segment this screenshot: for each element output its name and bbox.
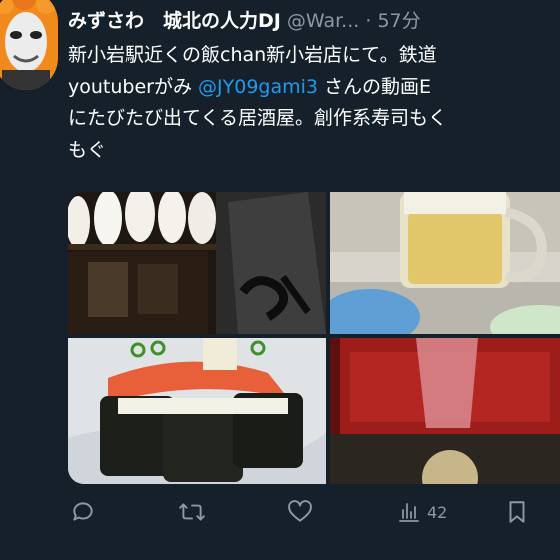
views-icon — [397, 500, 421, 524]
separator-dot: · — [365, 10, 372, 32]
user-handle[interactable]: @War... — [287, 10, 359, 32]
tweet-text-line: 新小岩駅近くの飯chan新小岩店にて。鉄道 — [68, 44, 437, 66]
retweet-icon — [178, 499, 206, 525]
avatar[interactable] — [0, 0, 58, 90]
tweet-header: みずさわ 城北の人力DJ @War... · 57分 — [68, 6, 560, 36]
heart-icon — [287, 499, 313, 525]
tweet-text-segment: youtuberがみ — [68, 75, 199, 98]
tweet-text-line: youtuberがみ @JY09gami3 さんの動画E — [68, 72, 560, 104]
tweet-text-line: もぐ — [68, 138, 107, 161]
retweet-button[interactable] — [178, 492, 206, 532]
views-count: 42 — [427, 502, 448, 522]
photo-izakaya-interior[interactable] — [68, 192, 326, 334]
photo-sake-masu[interactable] — [330, 338, 560, 484]
action-bar: 42 — [0, 492, 560, 532]
reply-button[interactable] — [70, 492, 96, 532]
photo-beer-mug[interactable] — [330, 192, 560, 334]
bookmark-button[interactable] — [506, 492, 528, 532]
like-button[interactable] — [287, 492, 313, 532]
photo-salmon-sushi[interactable] — [68, 338, 326, 484]
media-grid — [68, 192, 560, 484]
timestamp[interactable]: 57分 — [377, 10, 420, 32]
views-button[interactable]: 42 — [397, 492, 447, 532]
reply-icon — [70, 499, 96, 525]
display-name[interactable]: みずさわ 城北の人力DJ — [68, 10, 281, 32]
tweet-text-segment: さんの動画E — [317, 75, 432, 98]
tweet-text-line: にたびたび出てくる居酒屋。創作系寿司もく — [68, 107, 448, 129]
mention-link[interactable]: @JY09gami3 — [198, 76, 318, 98]
bookmark-icon — [506, 499, 528, 525]
tweet-text: 新小岩駅近くの飯chan新小岩店にて。鉄道 youtuberがみ @JY09ga… — [68, 40, 560, 166]
